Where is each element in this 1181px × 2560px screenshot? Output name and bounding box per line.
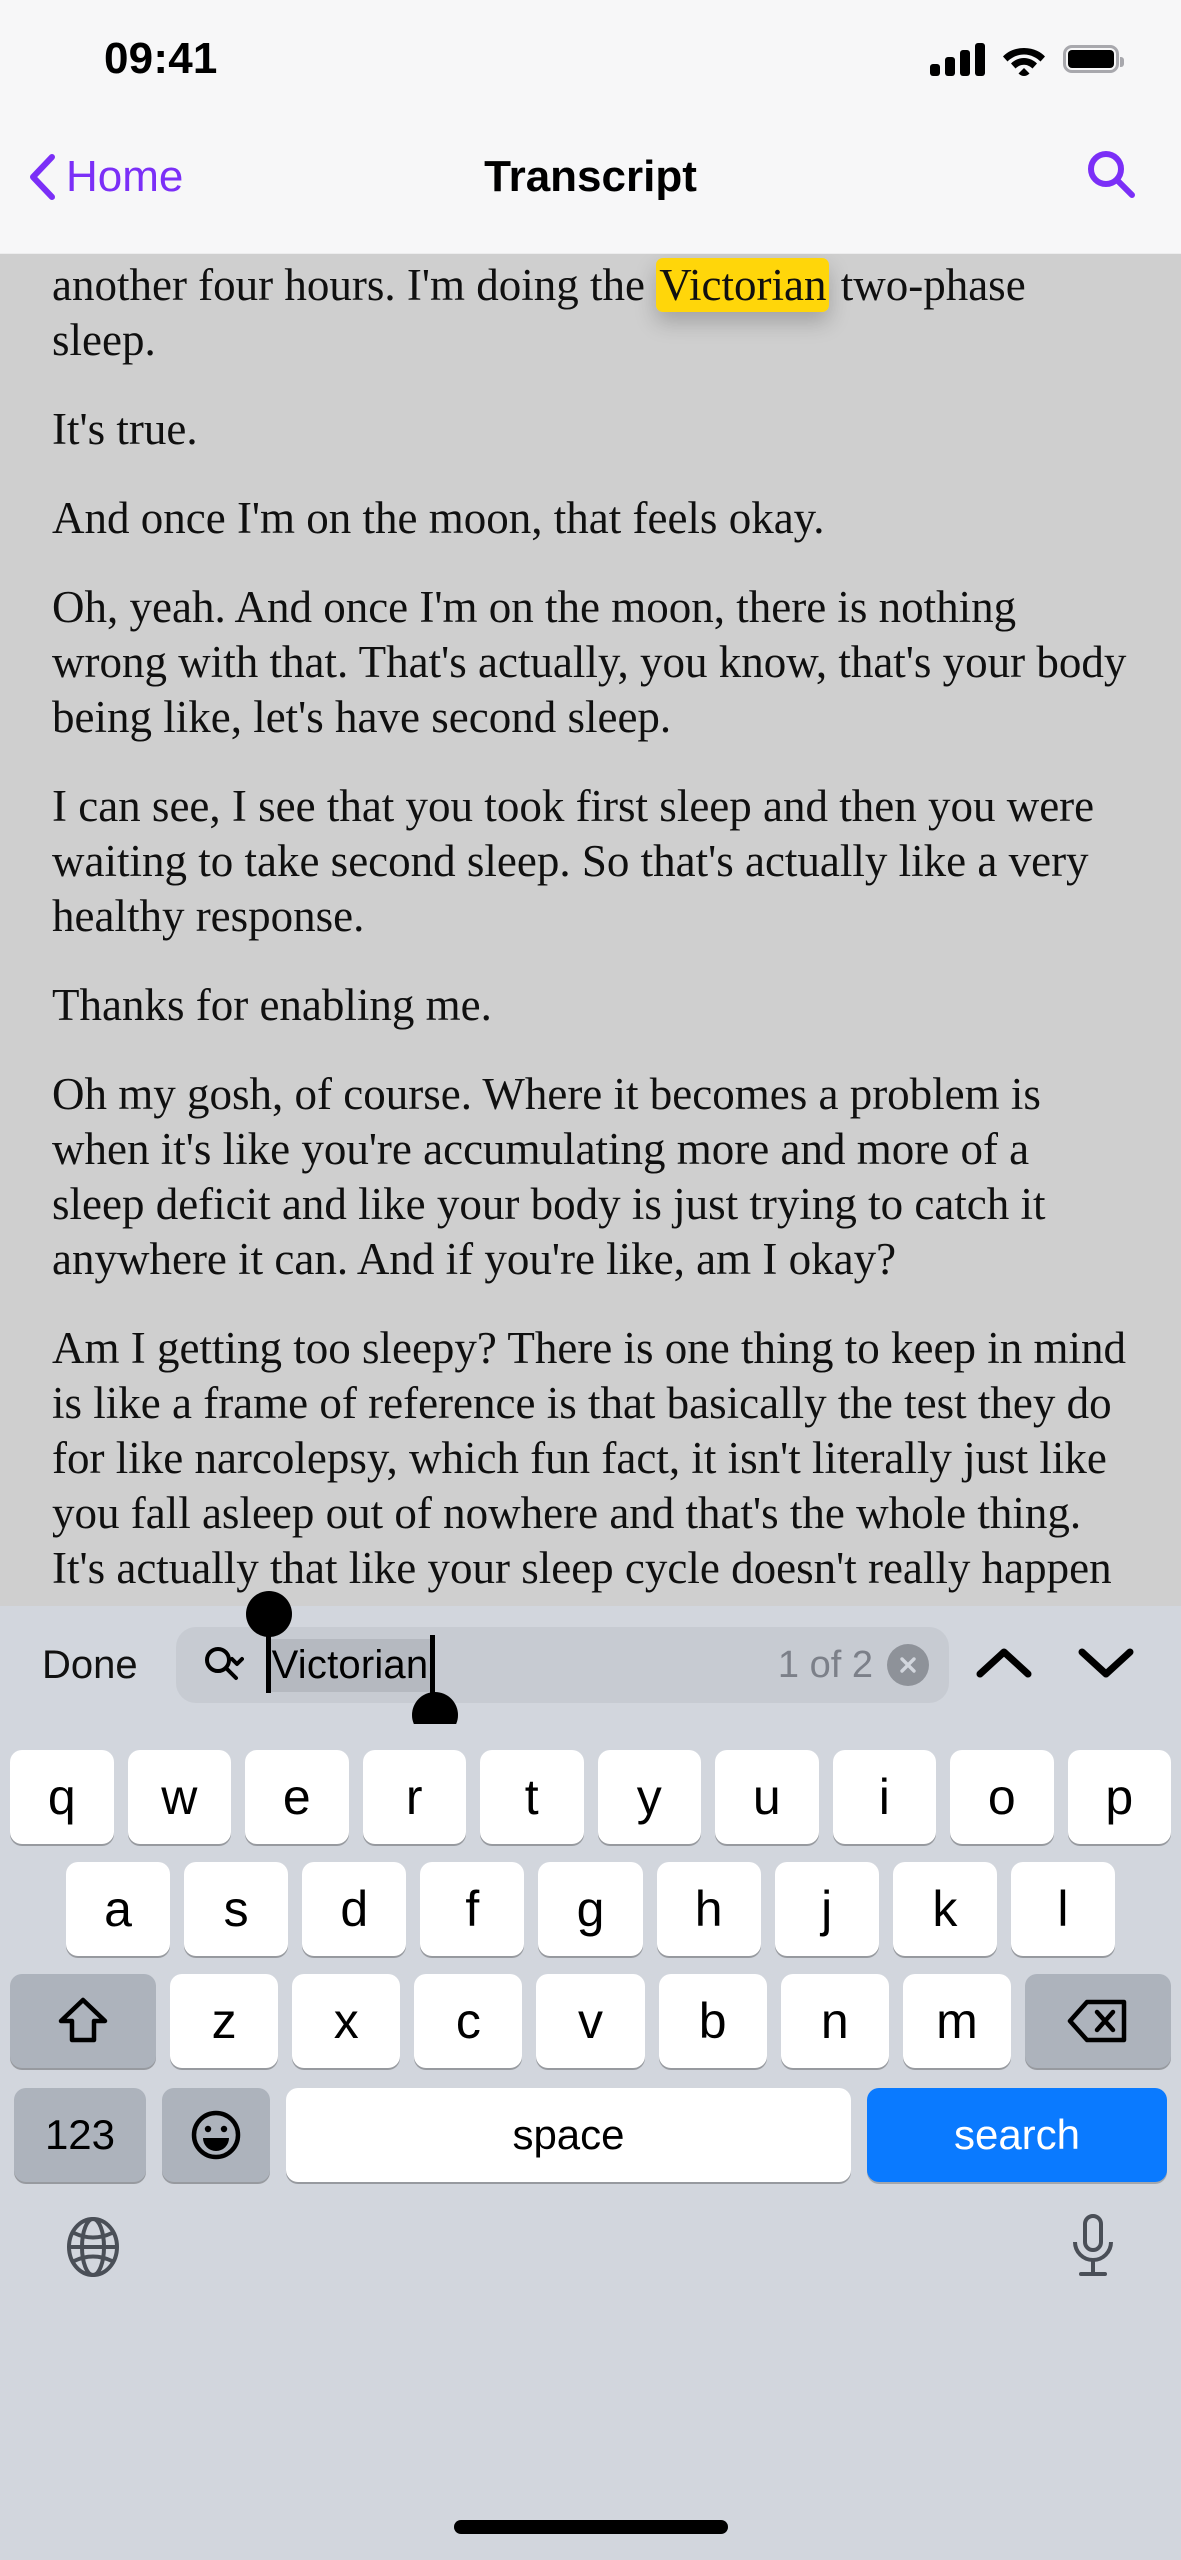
keyboard-row-4: 123 space search (0, 2068, 1181, 2182)
transcript-paragraph: Am I getting too sleepy? There is one th… (52, 1323, 1126, 1606)
previous-match-button[interactable] (975, 1644, 1033, 1687)
transcript-paragraph: Oh, yeah. And once I'm on the moon, ther… (52, 582, 1127, 742)
transcript-paragraph: I can see, I see that you took first sle… (52, 781, 1095, 941)
transcript-body[interactable]: another four hours. I'm doing the Victor… (0, 254, 1181, 1606)
microphone-dictation-icon (1073, 2214, 1113, 2276)
key-u[interactable]: u (715, 1750, 819, 1844)
search-icon (1088, 151, 1135, 198)
key-g[interactable]: g (538, 1862, 643, 1956)
dictation-key[interactable] (1067, 2212, 1119, 2287)
match-counter: 1 of 2 (777, 1643, 873, 1686)
transcript-paragraph: It's true. (52, 404, 198, 454)
key-f[interactable]: f (420, 1862, 525, 1956)
done-button[interactable]: Done (28, 1643, 152, 1688)
search-magnifier-with-chevron-icon (204, 1647, 244, 1680)
key-m[interactable]: m (902, 1974, 1011, 2068)
search-query-text: Victorian (245, 1590, 459, 1738)
key-e[interactable]: e (245, 1750, 349, 1844)
key-k[interactable]: k (892, 1862, 997, 1956)
search-text-container[interactable]: Victorian (245, 1590, 778, 1738)
wifi-icon (1003, 47, 1045, 76)
numbers-key[interactable]: 123 (14, 2088, 146, 2182)
key-w[interactable]: w (127, 1750, 231, 1844)
key-y[interactable]: y (597, 1750, 701, 1844)
key-a[interactable]: a (66, 1862, 171, 1956)
battery-full-icon (1063, 45, 1124, 73)
search-button[interactable] (1085, 148, 1137, 205)
match-navigation (975, 1644, 1153, 1687)
transcript-paragraph: Thanks for enabling me. (52, 980, 492, 1030)
key-q[interactable]: q (10, 1750, 114, 1844)
key-t[interactable]: t (480, 1750, 584, 1844)
cellular-signal-icon (930, 42, 985, 76)
paragraph-text-before: another four hours. I'm doing the (52, 260, 657, 310)
key-c[interactable]: c (414, 1974, 523, 2068)
iphone-screen: 09:41 Home Transcript another four hours… (0, 0, 1181, 2560)
key-z[interactable]: z (170, 1974, 279, 2068)
selection-handle-start[interactable] (245, 1590, 292, 1637)
keyboard-bottom-row (0, 2182, 1181, 2287)
key-o[interactable]: o (950, 1750, 1054, 1844)
key-s[interactable]: s (184, 1862, 289, 1956)
emoji-key[interactable] (162, 2088, 270, 2182)
back-button-label: Home (66, 151, 184, 201)
clear-circle-x-icon (900, 1657, 916, 1673)
transcript-paragraph: Oh my gosh, of course. Where it becomes … (52, 1069, 1046, 1284)
shift-key[interactable] (10, 1974, 156, 2068)
home-indicator-bar[interactable] (453, 2520, 728, 2534)
shift-arrow-up-icon (58, 1997, 108, 2043)
key-n[interactable]: n (780, 1974, 889, 2068)
on-screen-keyboard: q w e r t y u i o p a s d f g h j k l z … (0, 1724, 1181, 2560)
key-v[interactable]: v (536, 1974, 645, 2068)
key-j[interactable]: j (774, 1862, 879, 1956)
search-input[interactable]: Victorian 1 of 2 (175, 1590, 949, 1738)
globe-language-icon (67, 2217, 119, 2277)
clear-search-button[interactable] (887, 1644, 929, 1686)
search-scope-button[interactable] (202, 1644, 244, 1686)
status-bar-time: 09:41 (104, 34, 218, 83)
globe-key[interactable] (62, 2216, 124, 2283)
key-i[interactable]: i (832, 1750, 936, 1844)
keyboard-row-1: q w e r t y u i o p (0, 1724, 1181, 1844)
key-l[interactable]: l (1010, 1862, 1115, 1956)
transcript-paragraph: another four hours. I'm doing the Victor… (52, 258, 1129, 368)
find-in-page-bar: Done Victorian 1 of 2 (0, 1590, 1181, 1738)
keyboard-row-3: z x c v b n m (0, 1956, 1181, 2068)
keyboard-row-2: a s d f g h j k l (0, 1844, 1181, 1956)
key-h[interactable]: h (656, 1862, 761, 1956)
key-p[interactable]: p (1067, 1750, 1171, 1844)
chevron-left-icon (30, 153, 55, 200)
status-bar: 09:41 (0, 0, 1181, 100)
key-x[interactable]: x (292, 1974, 401, 2068)
search-return-key[interactable]: search (867, 2088, 1167, 2182)
selection-caret-end (430, 1634, 436, 1693)
selection-caret-start (265, 1634, 271, 1693)
chevron-down-icon (1078, 1648, 1134, 1677)
space-key[interactable]: space (286, 2088, 851, 2182)
backspace-delete-icon (1067, 1999, 1127, 2043)
back-button[interactable]: Home (28, 152, 183, 202)
navigation-bar: Home Transcript (0, 100, 1181, 254)
next-match-button[interactable] (1077, 1644, 1135, 1687)
backspace-key[interactable] (1024, 1974, 1171, 2068)
key-r[interactable]: r (362, 1750, 466, 1844)
key-b[interactable]: b (658, 1974, 767, 2068)
search-match-highlight: Victorian (656, 258, 830, 312)
emoji-smiley-icon (191, 2110, 241, 2160)
transcript-paragraph: And once I'm on the moon, that feels oka… (52, 493, 825, 543)
status-bar-indicators (930, 42, 1124, 76)
chevron-up-icon (976, 1648, 1032, 1677)
key-d[interactable]: d (302, 1862, 407, 1956)
